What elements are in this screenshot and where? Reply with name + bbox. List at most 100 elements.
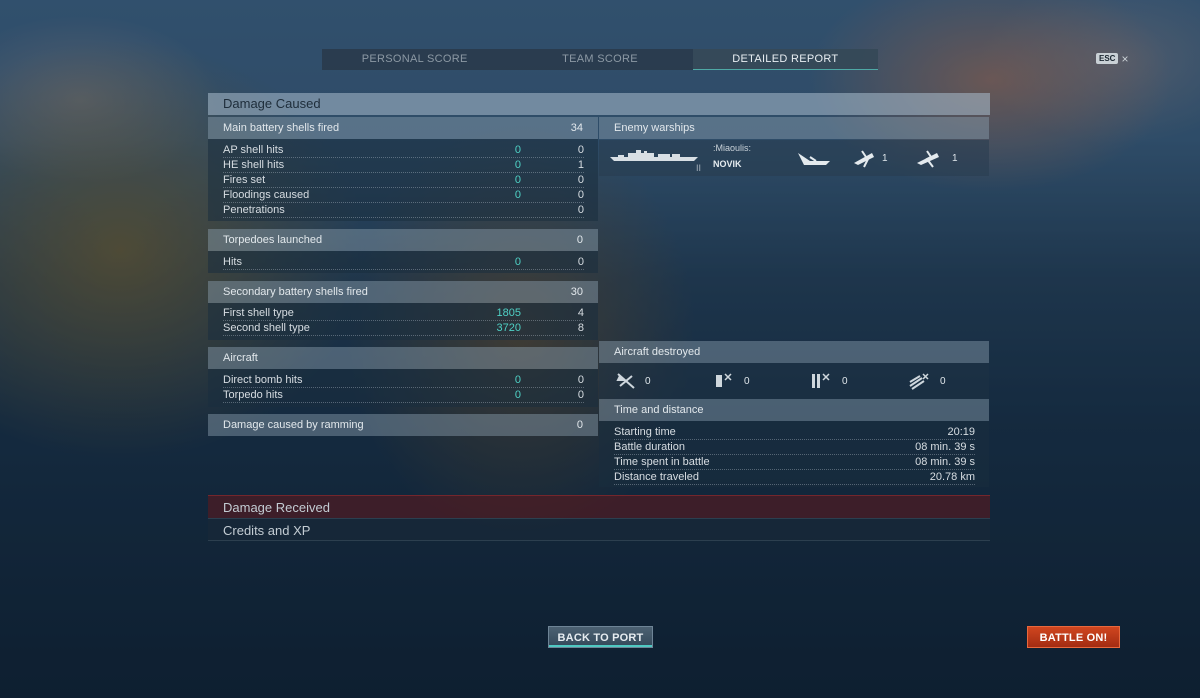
bomber-count: 0 [744,376,750,387]
enemy-ship-row[interactable]: II :Miaoulis: NOVIK 1 1 [599,140,989,176]
aircraft-destroyed-header: Aircraft destroyed [599,341,989,363]
torpedo-plane-icon [812,373,830,388]
secondary-label: Secondary battery shells fired [223,286,368,298]
time-value: 08 min. 39 s [915,456,975,468]
stat-hits-value: 0 [514,374,521,386]
stat-value: 1 [577,159,584,171]
torpedo-plane-count: 0 [842,376,848,387]
enemy-ship-name: NOVIK [713,159,742,169]
stat-label: Fires set [223,174,266,186]
tab-team-score[interactable]: TEAM SCORE [507,49,692,70]
time-row: Battle duration 08 min. 39 s [614,440,975,455]
stat-value: 4 [577,307,584,319]
time-value: 08 min. 39 s [915,441,975,453]
ramming-label: Damage caused by ramming [223,419,364,431]
stat-value: 0 [577,144,584,156]
close-icon: × [1121,51,1129,66]
tab-detailed-report[interactable]: DETAILED REPORT [692,49,878,70]
stat-hits-value: 0 [514,144,521,156]
time-label: Time spent in battle [614,456,710,468]
stat-hits-value: 0 [514,174,521,186]
secondary-header: Secondary battery shells fired 30 [208,281,598,303]
stat-row: HE shell hits 0 1 [223,158,584,173]
stat-hits-value: 0 [514,189,521,201]
stat-hits-value: 3720 [496,322,521,334]
damage-icon [917,150,939,168]
stat-label: Penetrations [223,204,285,216]
time-label: Battle duration [614,441,685,453]
credits-xp-section[interactable]: Credits and XP [208,518,990,541]
stat-value: 0 [577,389,584,401]
main-battery-header: Main battery shells fired 34 [208,117,598,139]
citadel-count: 1 [882,153,888,164]
aircraft-header: Aircraft [208,347,598,369]
stat-hits-value: 0 [514,389,521,401]
back-to-port-button[interactable]: BACK TO PORT [548,626,653,648]
stat-row: AP shell hits 0 0 [223,143,584,158]
citadel-icon [854,150,874,168]
stat-hits-value: 1805 [496,307,521,319]
main-battery-value: 34 [570,122,583,134]
tab-personal-score[interactable]: PERSONAL SCORE [322,49,507,70]
result-tabs: PERSONAL SCORE TEAM SCORE DETAILED REPOR… [322,49,878,70]
bomber-plane-icon [716,373,732,387]
aircraft-label: Aircraft [223,352,258,364]
damage-received-section[interactable]: Damage Received [208,495,990,518]
time-row: Starting time 20:19 [614,425,975,440]
stat-value: 0 [577,374,584,386]
damage-count: 1 [952,153,958,164]
stat-label: Floodings caused [223,189,310,201]
damage-caused-title: Damage Caused [208,93,990,115]
destroyed-icon [798,153,830,165]
stat-row: Hits 0 0 [223,255,584,270]
main-battery-label: Main battery shells fired [223,122,340,134]
stat-row: Second shell type 3720 8 [223,321,584,336]
battle-on-button[interactable]: BATTLE ON! [1027,626,1120,648]
time-distance-header: Time and distance [599,399,989,421]
stat-row: Penetrations 0 [223,203,584,218]
spotter-plane-icon [909,373,929,390]
stat-value: 0 [577,174,584,186]
torpedoes-label: Torpedoes launched [223,234,323,246]
stat-row: Fires set 0 0 [223,173,584,188]
esc-close-button[interactable]: ESC × [1096,51,1129,66]
spotter-count: 0 [940,376,946,387]
aircraft-destroyed-row: 0 0 0 0 [599,363,989,399]
torpedoes-header: Torpedoes launched 0 [208,229,598,251]
fighter-plane-icon [616,373,635,389]
stat-label: First shell type [223,307,294,319]
enemy-player-name: :Miaoulis: [713,143,752,153]
time-row: Time spent in battle 08 min. 39 s [614,455,975,470]
time-row: Distance traveled 20.78 km [614,470,975,485]
stat-value: 0 [577,256,584,268]
stat-label: HE shell hits [223,159,285,171]
ship-tier: II [696,163,702,173]
stat-hits-value: 0 [514,159,521,171]
stat-row: Torpedo hits 0 0 [223,388,584,403]
stat-hits-value: 0 [514,256,521,268]
esc-key-label: ESC [1096,53,1119,64]
stat-value: 0 [577,204,584,216]
stat-value: 0 [577,189,584,201]
fighter-count: 0 [645,376,651,387]
torpedoes-value: 0 [576,234,583,246]
ramming-header: Damage caused by ramming 0 [208,414,598,436]
time-label: Distance traveled [614,471,699,483]
time-value: 20:19 [947,426,975,438]
time-value: 20.78 km [929,471,975,483]
stat-label: AP shell hits [223,144,284,156]
stat-value: 8 [577,322,584,334]
time-label: Starting time [614,426,676,438]
stat-label: Hits [223,256,242,268]
enemy-warships-header: Enemy warships [599,117,989,139]
aircraft-destroyed-label: Aircraft destroyed [614,346,701,358]
time-distance-label: Time and distance [614,404,704,416]
enemy-warships-label: Enemy warships [614,122,695,134]
stat-row: First shell type 1805 4 [223,306,584,321]
ramming-value: 0 [576,419,583,431]
stat-label: Second shell type [223,322,310,334]
ship-silhouette-icon [610,150,698,161]
secondary-value: 30 [570,286,583,298]
stat-label: Torpedo hits [223,389,283,401]
stat-row: Direct bomb hits 0 0 [223,373,584,388]
